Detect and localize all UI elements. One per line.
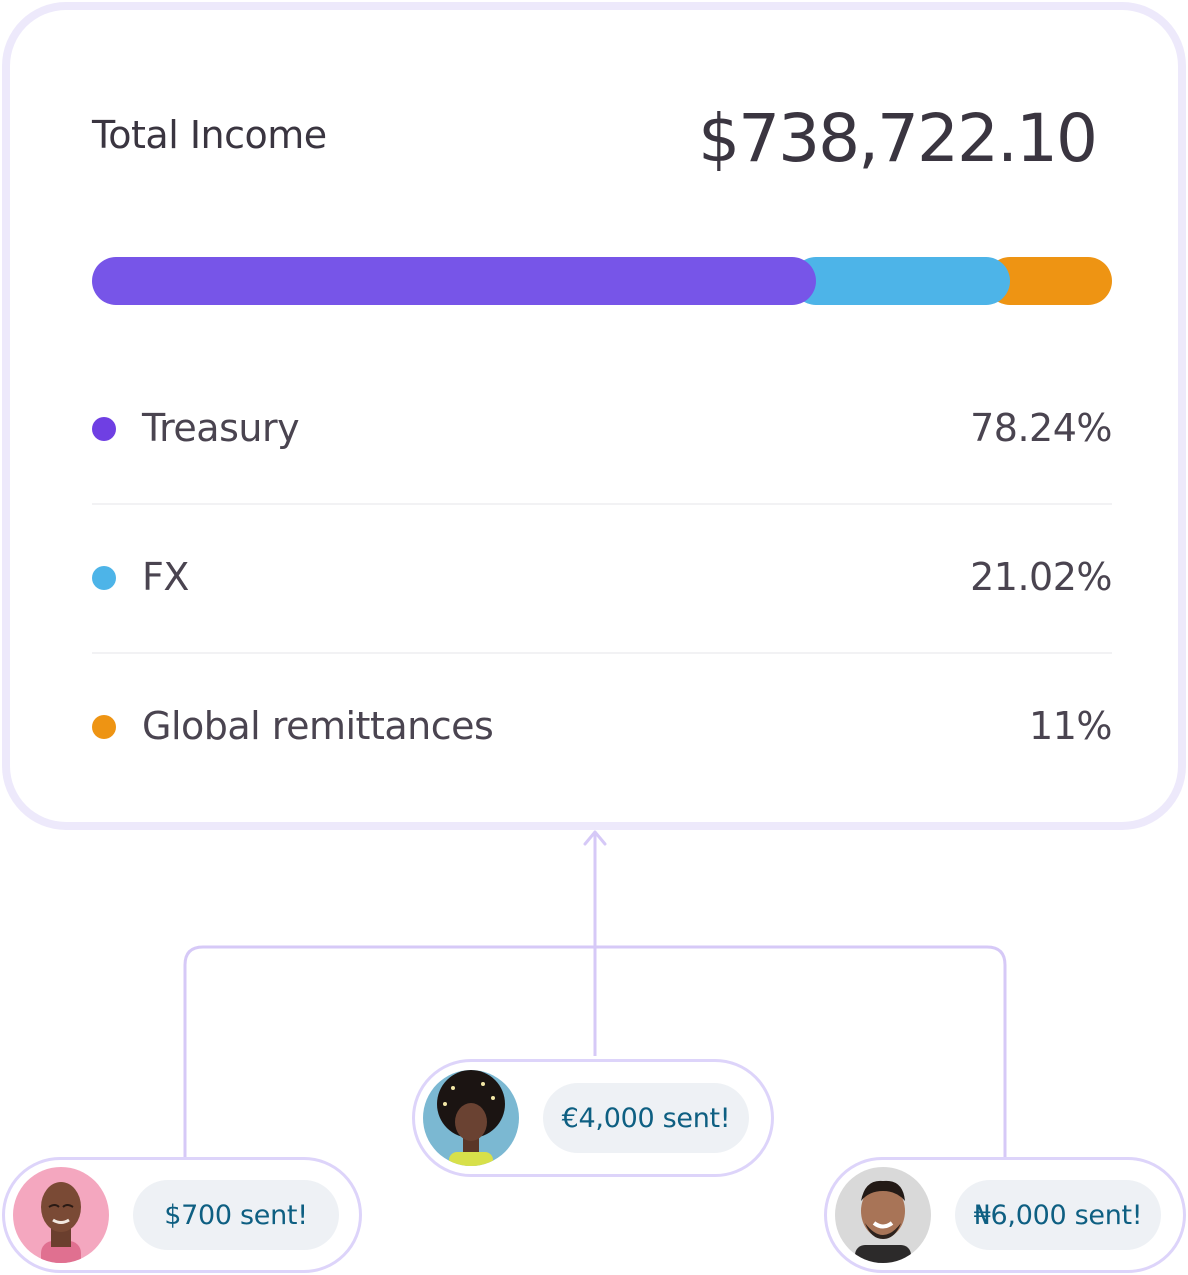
- total-income-card: Total Income $738,722.10 Treasury 78.24%…: [2, 2, 1186, 830]
- fx-dot-icon: [92, 566, 116, 590]
- bar-segment-treasury: [92, 257, 816, 305]
- person-avatar-icon: [13, 1167, 109, 1263]
- avatar: [835, 1167, 931, 1263]
- legend-value: 21.02%: [970, 555, 1112, 599]
- legend-value: 11%: [1029, 704, 1112, 748]
- income-breakdown-bar: [92, 257, 1112, 305]
- total-income-card-inner: Total Income $738,722.10 Treasury 78.24%…: [10, 10, 1178, 822]
- avatar: [13, 1167, 109, 1263]
- avatar: [423, 1070, 519, 1166]
- arrow-up-icon: [583, 830, 607, 846]
- transfer-amount-bubble: $700 sent!: [133, 1180, 339, 1250]
- person-avatar-icon: [423, 1070, 519, 1166]
- transfer-amount-bubble: ₦6,000 sent!: [955, 1180, 1161, 1250]
- legend-label: Treasury: [142, 406, 300, 450]
- legend-value: 78.24%: [970, 406, 1112, 450]
- transfer-amount-bubble: €4,000 sent!: [543, 1083, 749, 1153]
- transfer-pill-ngn[interactable]: ₦6,000 sent!: [824, 1157, 1186, 1273]
- legend-row-treasury: Treasury 78.24%: [92, 356, 1112, 505]
- treasury-dot-icon: [92, 417, 116, 441]
- person-avatar-icon: [835, 1167, 931, 1263]
- income-legend: Treasury 78.24% FX 21.02% Global remitta…: [92, 356, 1112, 803]
- transfer-pill-eur[interactable]: €4,000 sent!: [412, 1059, 774, 1177]
- legend-row-global-remittances: Global remittances 11%: [92, 654, 1112, 803]
- bar-segment-fx: [791, 257, 1011, 305]
- legend-label: FX: [142, 555, 189, 599]
- card-title: Total Income: [92, 113, 327, 157]
- global-remittances-dot-icon: [92, 715, 116, 739]
- transfer-pill-usd[interactable]: $700 sent!: [2, 1157, 362, 1273]
- legend-label: Global remittances: [142, 704, 494, 748]
- legend-row-fx: FX 21.02%: [92, 505, 1112, 654]
- total-amount: $738,722.10: [698, 100, 1098, 177]
